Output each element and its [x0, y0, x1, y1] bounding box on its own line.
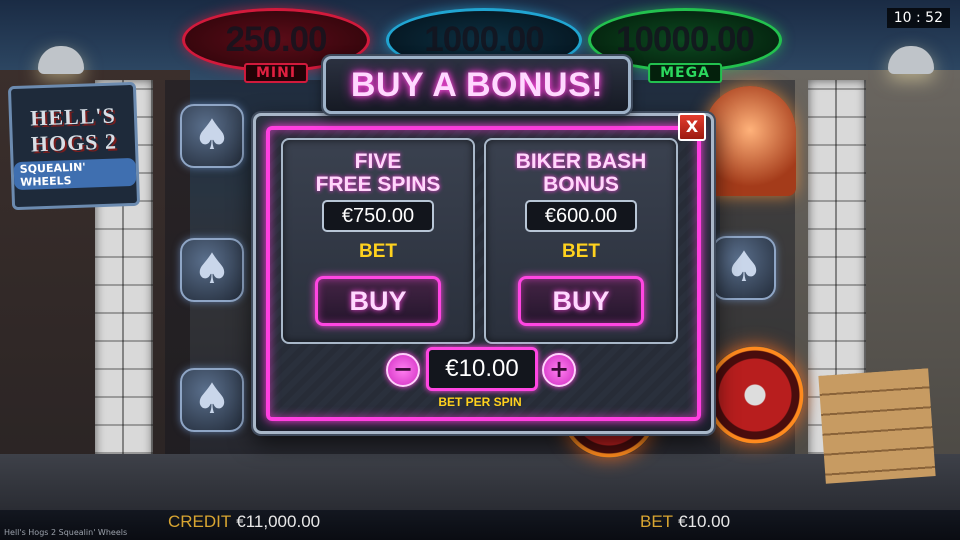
dialog-title-plate: BUY A BONUS!: [323, 56, 631, 114]
pizza-boxes-icon: [818, 368, 936, 484]
bet-display: BET €10.00: [640, 512, 730, 532]
jukebox-symbol-icon: [704, 86, 796, 196]
logo-line-2: HOGS 2: [30, 128, 118, 157]
decrease-bet-button[interactable]: −: [386, 353, 420, 387]
jackpot-mega-amount: 10000.00: [616, 20, 755, 59]
offer-name: BIKER BASH BONUS: [486, 150, 676, 196]
jackpot-mini-tag: MINI: [243, 63, 309, 83]
bet-per-spin-value: €10.00: [426, 347, 538, 391]
offer-bet-label: BET: [359, 241, 397, 262]
jackpot-major-amount: 1000.00: [424, 20, 545, 59]
spade-symbol-icon: ♠: [180, 368, 244, 432]
offer-name-line-1: FIVE: [354, 150, 402, 173]
offer-biker-bash-bonus: BIKER BASH BONUS €600.00 BET BUY: [484, 138, 678, 344]
offer-price: €600.00: [525, 200, 637, 232]
jackpot-mega-tag: MEGA: [648, 63, 722, 83]
logo-line-1: HELL'S: [29, 102, 117, 131]
jackpot-mini-amount: 250.00: [225, 20, 327, 59]
increase-bet-button[interactable]: +: [542, 353, 576, 387]
bet-value: €10.00: [678, 512, 731, 531]
bet-per-spin-caption: BET PER SPIN: [438, 395, 522, 409]
offer-name-line-1: BIKER BASH: [515, 150, 647, 173]
game-logo: HELL'S HOGS 2 SQUEALIN' WHEELS: [7, 81, 141, 211]
dialog-title: BUY A BONUS!: [350, 65, 604, 104]
buy-biker-bash-button[interactable]: BUY: [518, 276, 644, 326]
credit-value: €11,000.00: [236, 512, 321, 531]
buy-free-spins-button[interactable]: BUY: [315, 276, 441, 326]
offer-bet-label: BET: [562, 241, 600, 262]
game-name: Hell's Hogs 2 Squealin' Wheels: [4, 528, 128, 537]
offer-free-spins: FIVE FREE SPINS €750.00 BET BUY: [281, 138, 475, 344]
bet-label: BET: [640, 512, 674, 531]
close-button[interactable]: X: [678, 113, 706, 141]
sidewalk: [0, 454, 960, 510]
credit-label: CREDIT: [168, 512, 232, 531]
spade-symbol-icon: ♠: [712, 236, 776, 300]
offer-name: FIVE FREE SPINS: [283, 150, 473, 196]
offer-name-line-2: BONUS: [543, 173, 619, 196]
logo-line-3: SQUEALIN' WHEELS: [13, 157, 137, 191]
offer-price: €750.00: [322, 200, 434, 232]
credit-display: CREDIT €11,000.00: [168, 512, 320, 532]
spade-symbol-icon: ♠: [180, 104, 244, 168]
wheel-symbol-icon: [706, 346, 804, 444]
offer-name-line-2: FREE SPINS: [315, 173, 441, 196]
spade-symbol-icon: ♠: [180, 238, 244, 302]
clock: 10 : 52: [886, 8, 950, 28]
bottom-status-bar: [0, 510, 960, 540]
